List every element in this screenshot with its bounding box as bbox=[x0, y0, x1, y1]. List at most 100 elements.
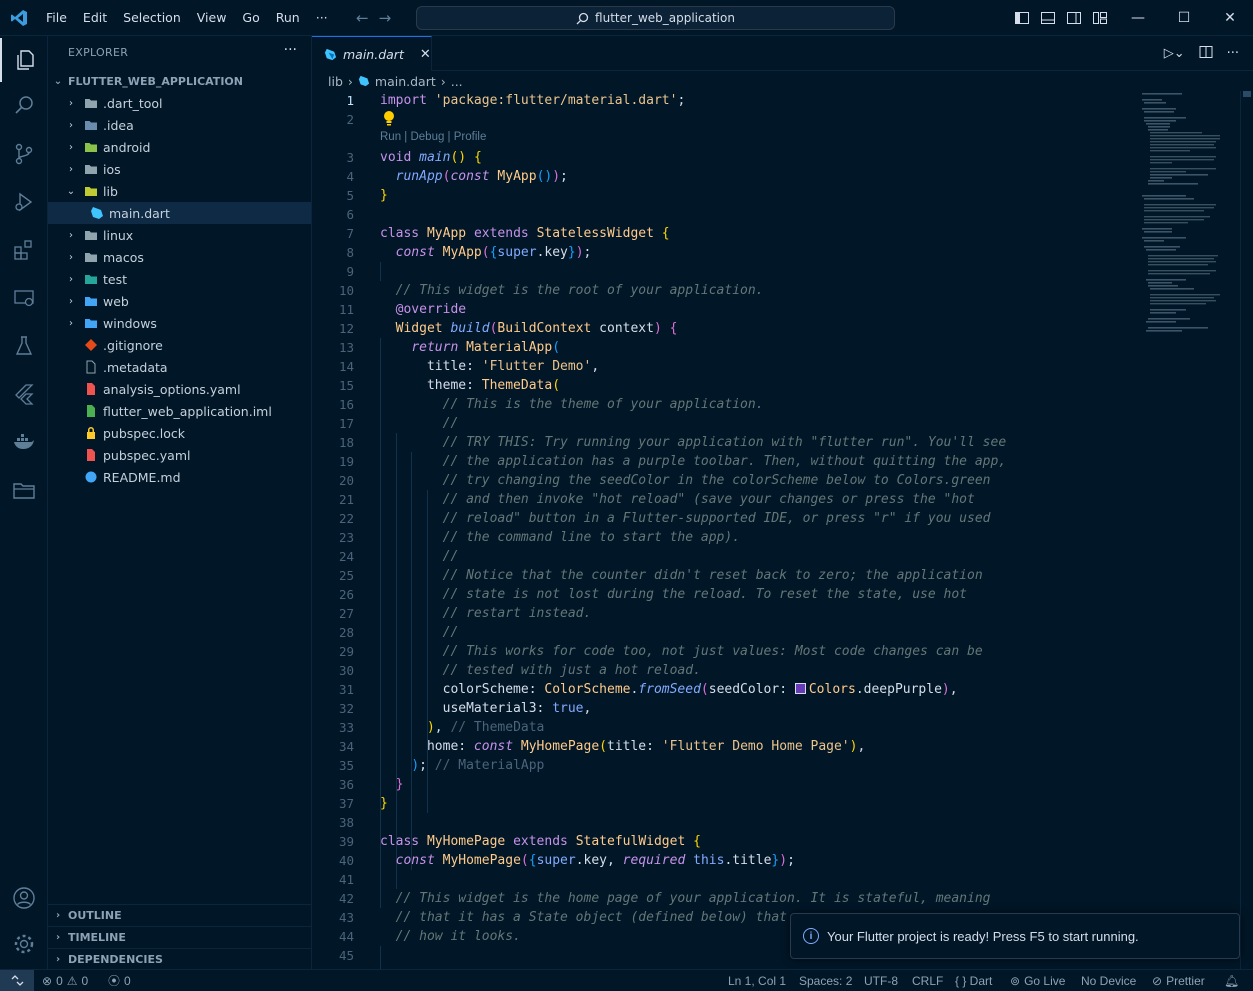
color-swatch-deep-purple[interactable] bbox=[794, 683, 806, 694]
breadcrumb-lib[interactable]: lib bbox=[328, 74, 343, 89]
toggle-panel-icon[interactable] bbox=[1040, 10, 1056, 26]
menu-edit[interactable]: Edit bbox=[75, 0, 115, 36]
menu-selection[interactable]: Selection bbox=[115, 0, 189, 36]
folder-ios[interactable]: › ios bbox=[48, 158, 311, 180]
folder-test[interactable]: › test bbox=[48, 268, 311, 290]
menu-more[interactable]: ··· bbox=[308, 0, 336, 36]
end-of-line[interactable]: CRLF bbox=[912, 970, 943, 991]
project-folder-header[interactable]: ⌄ FLUTTER_WEB_APPLICATION bbox=[48, 70, 312, 92]
broadcast-icon: ⦿ bbox=[108, 974, 121, 988]
error-count: 0 bbox=[56, 973, 63, 988]
tab-main-dart[interactable]: main.dart ✕ bbox=[312, 36, 432, 71]
code-line: 3 void main() { bbox=[346, 150, 482, 165]
file-pubspec-lock[interactable]: pubspec.lock bbox=[48, 422, 311, 444]
source-control-icon[interactable] bbox=[0, 132, 48, 176]
toggle-primary-sidebar-icon[interactable] bbox=[1014, 10, 1030, 26]
toggle-secondary-sidebar-icon[interactable] bbox=[1066, 10, 1082, 26]
testing-icon[interactable] bbox=[0, 324, 48, 368]
maximize-button[interactable]: ☐ bbox=[1161, 0, 1207, 36]
dependencies-section[interactable]: › DEPENDENCIES bbox=[48, 948, 312, 970]
folder-idea[interactable]: › .idea bbox=[48, 114, 311, 136]
code-lens-run-debug-profile[interactable]: Run | Debug | Profile bbox=[380, 129, 486, 145]
activity-bar bbox=[0, 36, 48, 969]
explorer-icon[interactable] bbox=[0, 38, 48, 82]
search-icon[interactable] bbox=[0, 84, 48, 128]
explorer-more-actions-button[interactable]: ··· bbox=[284, 42, 297, 58]
problems-indicator[interactable]: ⊗ 0 ⚠ 0 bbox=[42, 970, 88, 991]
folder-lib[interactable]: ⌄ lib bbox=[48, 180, 311, 202]
explorer-title: EXPLORER bbox=[68, 46, 129, 59]
menu-go[interactable]: Go bbox=[234, 0, 267, 36]
breadcrumb-symbol[interactable]: ... bbox=[451, 74, 463, 89]
docker-icon[interactable] bbox=[0, 420, 48, 464]
flutter-icon[interactable] bbox=[0, 372, 48, 416]
code-line: 19 // the application has a purple toolb… bbox=[338, 454, 1007, 469]
folder-web[interactable]: › web bbox=[48, 290, 311, 312]
forward-arrow-icon[interactable]: → bbox=[379, 9, 392, 27]
file-pubspec-yaml[interactable]: pubspec.yaml bbox=[48, 444, 311, 466]
file-analysis-options-yaml[interactable]: analysis_options.yaml bbox=[48, 378, 311, 400]
cursor-position[interactable]: Ln 1, Col 1 bbox=[728, 970, 786, 991]
settings-gear-icon[interactable] bbox=[0, 922, 48, 966]
code-line: 29 // This works for code too, not just … bbox=[338, 644, 983, 659]
lightbulb-icon[interactable] bbox=[382, 110, 396, 127]
minimize-button[interactable]: — bbox=[1115, 0, 1161, 36]
folder-windows[interactable]: › windows bbox=[48, 312, 311, 334]
breadcrumb-main-dart[interactable]: main.dart bbox=[375, 74, 436, 89]
menu-file[interactable]: File bbox=[38, 0, 75, 36]
menu-view[interactable]: View bbox=[189, 0, 235, 36]
command-center[interactable]: flutter_web_application bbox=[416, 6, 895, 30]
file-icon bbox=[91, 207, 103, 219]
breadcrumb-separator: › bbox=[347, 73, 353, 89]
file-flutter-web-application-iml[interactable]: flutter_web_application.iml bbox=[48, 400, 311, 422]
tab-close-icon[interactable]: ✕ bbox=[420, 47, 431, 62]
go-live-button[interactable]: ⊚ Go Live bbox=[1010, 970, 1065, 991]
minimap[interactable] bbox=[1140, 91, 1240, 351]
code-line: 5} bbox=[346, 188, 388, 203]
remote-indicator-icon[interactable] bbox=[0, 970, 34, 991]
file-metadata[interactable]: .metadata bbox=[48, 356, 311, 378]
chevron-right-icon: › bbox=[69, 119, 73, 131]
account-icon[interactable] bbox=[0, 876, 48, 920]
encoding[interactable]: UTF-8 bbox=[864, 970, 898, 991]
close-window-button[interactable]: ✕ bbox=[1207, 0, 1253, 36]
outline-section[interactable]: › OUTLINE bbox=[48, 904, 312, 926]
indentation[interactable]: Spaces: 2 bbox=[799, 970, 852, 991]
folder-icon bbox=[85, 165, 97, 174]
file-gitignore[interactable]: .gitignore bbox=[48, 334, 311, 356]
folder-dart-tool[interactable]: › .dart_tool bbox=[48, 92, 311, 114]
tree-item-label: lib bbox=[103, 183, 118, 199]
customize-layout-icon[interactable] bbox=[1092, 10, 1108, 26]
split-editor-icon[interactable] bbox=[1199, 45, 1213, 63]
device-selector[interactable]: No Device bbox=[1081, 970, 1136, 991]
prettier-button[interactable]: ⊘ Prettier bbox=[1152, 970, 1205, 991]
code-line: 4 runApp(const MyApp()); bbox=[346, 169, 568, 184]
code-editor[interactable]: 1 import 'package:flutter/material.dart';… bbox=[312, 91, 1140, 969]
extensions-icon[interactable] bbox=[0, 228, 48, 272]
folder-linux[interactable]: › linux bbox=[48, 224, 311, 246]
remote-explorer-icon[interactable] bbox=[0, 276, 48, 320]
code-line: 6 bbox=[346, 207, 354, 222]
run-debug-dropdown-icon[interactable]: ▷⌄ bbox=[1164, 46, 1185, 61]
command-center-label: flutter_web_application bbox=[595, 11, 735, 25]
back-arrow-icon[interactable]: ← bbox=[356, 9, 369, 27]
file-readme-md[interactable]: README.md bbox=[48, 466, 311, 488]
folder-macos[interactable]: › macos bbox=[48, 246, 311, 268]
search-icon bbox=[576, 12, 589, 24]
more-actions-button[interactable]: ··· bbox=[1227, 46, 1239, 61]
notifications-bell-icon[interactable]: 🔔︎ bbox=[1224, 970, 1239, 991]
vertical-scrollbar[interactable] bbox=[1240, 91, 1253, 969]
run-debug-icon[interactable] bbox=[0, 180, 48, 224]
timeline-section[interactable]: › TIMELINE bbox=[48, 926, 312, 948]
project-manager-icon[interactable] bbox=[0, 468, 48, 512]
tree-item-label: linux bbox=[103, 227, 134, 243]
chevron-down-icon: ⌄ bbox=[66, 185, 76, 197]
language-mode[interactable]: { } Dart bbox=[955, 970, 992, 991]
code-line: 21 // and then invoke "hot reload" (save… bbox=[338, 492, 975, 507]
code-line: 12 Widget build(BuildContext context) { bbox=[338, 321, 678, 336]
notification-toast[interactable]: i Your Flutter project is ready! Press F… bbox=[790, 913, 1240, 959]
file-main-dart[interactable]: main.dart bbox=[48, 202, 311, 224]
ports-indicator[interactable]: ⦿ 0 bbox=[108, 970, 131, 991]
folder-android[interactable]: › android bbox=[48, 136, 311, 158]
menu-run[interactable]: Run bbox=[268, 0, 308, 36]
